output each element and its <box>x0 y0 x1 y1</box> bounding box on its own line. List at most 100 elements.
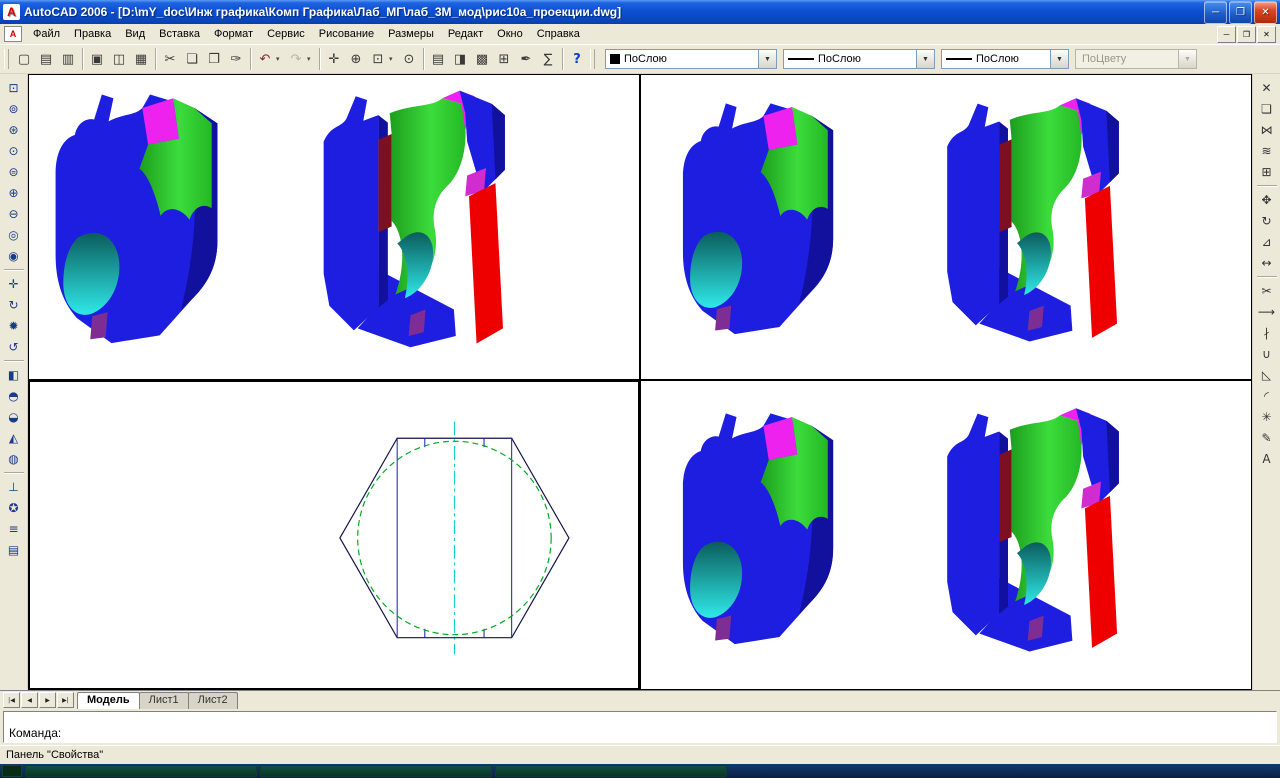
iso-view-button[interactable]: ◭ <box>2 427 26 448</box>
viewport-top-left[interactable] <box>28 74 640 380</box>
publish-button[interactable]: ▦ <box>130 48 152 70</box>
regen-button[interactable]: ↺ <box>2 336 26 357</box>
menu-format[interactable]: Формат <box>207 26 260 43</box>
zoom-previous-button[interactable]: ⊙ <box>398 48 420 70</box>
trim-button[interactable]: ✂ <box>1255 280 1279 301</box>
tool-palettes-button[interactable]: ▩ <box>471 48 493 70</box>
menu-window[interactable]: Окно <box>490 26 530 43</box>
zoom-out-button[interactable]: ⊖ <box>2 203 26 224</box>
chamfer-button[interactable]: ◺ <box>1255 364 1279 385</box>
menu-modify[interactable]: Редакт <box>441 26 490 43</box>
extend-button[interactable]: ⟶ <box>1255 301 1279 322</box>
tab-layout1[interactable]: Лист1 <box>138 691 189 709</box>
join-button[interactable]: ∪ <box>1255 343 1279 364</box>
copy-object-button[interactable]: ❏ <box>1255 98 1279 119</box>
fillet-button[interactable]: ◜ <box>1255 385 1279 406</box>
menu-tools[interactable]: Сервис <box>260 26 312 43</box>
ucs-world-button[interactable]: ✪ <box>2 497 26 518</box>
menu-help[interactable]: Справка <box>530 26 587 43</box>
help-button[interactable]: ? <box>566 48 588 70</box>
scale-button[interactable]: ⊿ <box>1255 231 1279 252</box>
multiline-text-button[interactable]: А <box>1255 448 1279 469</box>
doc-close-button[interactable]: ✕ <box>1257 25 1276 43</box>
next-tab-button[interactable]: ▶ <box>39 692 56 708</box>
mirror-button[interactable]: ⋈ <box>1255 119 1279 140</box>
pan-button[interactable]: ✛ <box>2 273 26 294</box>
designcenter-button[interactable]: ◨ <box>449 48 471 70</box>
open-file-button[interactable]: ▤ <box>35 48 57 70</box>
color-dropdown-arrow-icon[interactable]: ▼ <box>758 50 776 68</box>
menu-file[interactable]: Файл <box>26 26 67 43</box>
lineweight-combo[interactable]: ПоСлою ▼ <box>941 49 1069 69</box>
viewport-top-right[interactable] <box>640 74 1252 380</box>
redraw-button[interactable]: ✹ <box>2 315 26 336</box>
orbit-button[interactable]: ↻ <box>2 294 26 315</box>
ucs-button[interactable]: ⊥ <box>2 476 26 497</box>
explode-button[interactable]: ✳ <box>1255 406 1279 427</box>
break-button[interactable]: ∤ <box>1255 322 1279 343</box>
named-views-button[interactable]: ◧ <box>2 364 26 385</box>
restore-button[interactable]: ❐ <box>1229 0 1252 24</box>
taskbar-window-button[interactable] <box>25 765 257 777</box>
close-button[interactable]: ✕ <box>1254 0 1277 24</box>
edit-polyline-button[interactable]: ✎ <box>1255 427 1279 448</box>
prev-tab-button[interactable]: ◀ <box>21 692 38 708</box>
zoom-scale-button[interactable]: ⊛ <box>2 119 26 140</box>
pan-realtime-button[interactable]: ✛ <box>323 48 345 70</box>
erase-button[interactable]: ✕ <box>1255 77 1279 98</box>
undo-button[interactable]: ↶ <box>254 48 276 70</box>
front-view-button[interactable]: ◒ <box>2 406 26 427</box>
taskbar-start-button[interactable] <box>2 765 22 777</box>
zoom-center-button[interactable]: ⊙ <box>2 140 26 161</box>
paste-button[interactable]: ❐ <box>203 48 225 70</box>
zoom-window-button[interactable]: ⊡ <box>367 48 389 70</box>
save-button[interactable]: ▥ <box>57 48 79 70</box>
lineweight-dropdown-arrow-icon[interactable]: ▼ <box>1050 50 1068 68</box>
hide-button[interactable]: ◍ <box>2 448 26 469</box>
markup-set-manager-button[interactable]: ✒ <box>515 48 537 70</box>
redo-flyout-arrow-icon[interactable]: ▾ <box>307 48 316 70</box>
viewport-bottom-left-active[interactable] <box>28 380 640 690</box>
zoom-in-button[interactable]: ⊕ <box>2 182 26 203</box>
zoom-window-button[interactable]: ⊡ <box>2 77 26 98</box>
tab-layout2[interactable]: Лист2 <box>187 691 238 709</box>
command-input-area[interactable]: Команда: <box>3 711 1277 743</box>
zoom-realtime-button[interactable]: ⊕ <box>345 48 367 70</box>
zoom-extents-button[interactable]: ◉ <box>2 245 26 266</box>
quickcalc-button[interactable]: ∑ <box>537 48 559 70</box>
last-tab-button[interactable]: ▶| <box>57 692 74 708</box>
linetype-dropdown-arrow-icon[interactable]: ▼ <box>916 50 934 68</box>
doc-minimize-button[interactable]: ─ <box>1217 25 1236 43</box>
properties-toolbar-grip[interactable] <box>590 49 595 69</box>
menu-draw[interactable]: Рисование <box>312 26 381 43</box>
properties-button[interactable]: ▤ <box>427 48 449 70</box>
first-tab-button[interactable]: |◀ <box>3 692 20 708</box>
menu-edit[interactable]: Правка <box>67 26 118 43</box>
color-combo[interactable]: ПоСлою ▼ <box>605 49 777 69</box>
stretch-button[interactable]: ↔ <box>1255 252 1279 273</box>
array-button[interactable]: ⊞ <box>1255 161 1279 182</box>
tab-model[interactable]: Модель <box>77 691 140 709</box>
layer-properties-button[interactable]: ▤ <box>2 539 26 560</box>
menu-dimension[interactable]: Размеры <box>381 26 441 43</box>
zoom-object-button[interactable]: ⊜ <box>2 161 26 182</box>
zoom-all-button[interactable]: ◎ <box>2 224 26 245</box>
toolbar-grip[interactable] <box>4 49 9 69</box>
new-file-button[interactable]: ▢ <box>13 48 35 70</box>
copy-button[interactable]: ❏ <box>181 48 203 70</box>
command-prompt[interactable]: Команда: <box>9 726 1271 741</box>
taskbar-window-button[interactable] <box>495 765 727 777</box>
undo-flyout-arrow-icon[interactable]: ▾ <box>276 48 285 70</box>
match-properties-button[interactable]: ✑ <box>225 48 247 70</box>
taskbar-window-button[interactable] <box>260 765 492 777</box>
viewport-bottom-right[interactable] <box>640 380 1252 690</box>
move-button[interactable]: ✥ <box>1255 189 1279 210</box>
sheet-set-manager-button[interactable]: ⊞ <box>493 48 515 70</box>
zoom-window-flyout-arrow-icon[interactable]: ▾ <box>389 48 398 70</box>
plot-preview-button[interactable]: ◫ <box>108 48 130 70</box>
doc-restore-button[interactable]: ❐ <box>1237 25 1256 43</box>
draw-order-button[interactable]: ≡ <box>2 518 26 539</box>
plot-button[interactable]: ▣ <box>86 48 108 70</box>
zoom-dynamic-button[interactable]: ⊚ <box>2 98 26 119</box>
minimize-button[interactable]: ─ <box>1204 0 1227 24</box>
